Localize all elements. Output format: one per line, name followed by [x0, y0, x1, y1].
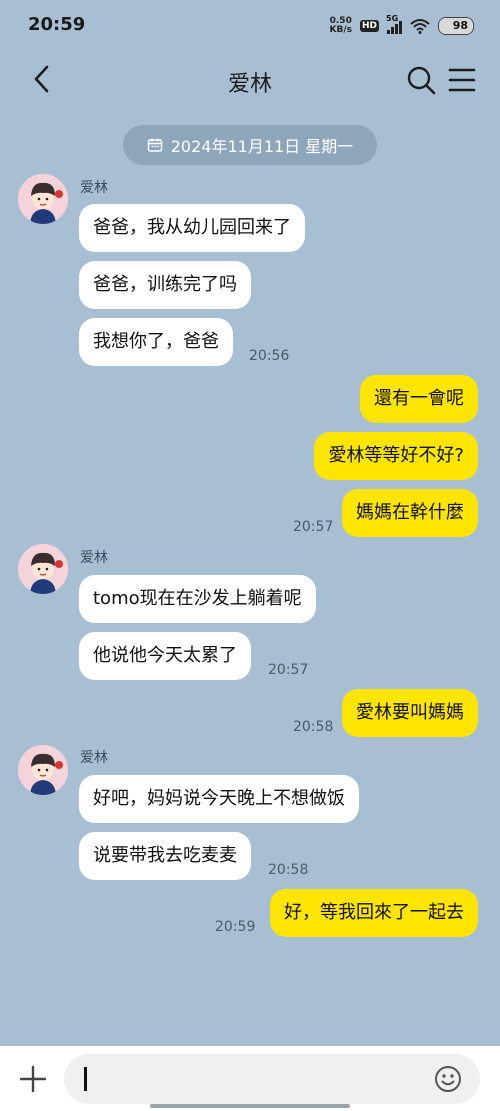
status-bar: 20:59 0.50 KB/s HD 5G 98 — [0, 0, 500, 52]
hamburger-menu-icon[interactable] — [448, 66, 476, 94]
message-bubble-incoming[interactable]: 爸爸，训练完了吗 — [79, 261, 251, 309]
message-timestamp: 20:58 — [293, 719, 334, 735]
message-bubble-incoming[interactable]: tomo现在在沙发上躺着呢 — [79, 575, 316, 623]
message-bubble-incoming[interactable]: 我想你了，爸爸 — [79, 318, 233, 366]
message-bubble-incoming[interactable]: 爸爸，我从幼儿园回来了 — [79, 204, 305, 252]
avatar-image — [18, 745, 68, 795]
avatar-image — [18, 544, 68, 594]
wifi-icon — [410, 19, 430, 34]
message-input[interactable] — [64, 1054, 480, 1104]
message-bubble-incoming[interactable]: 他说他今天太累了 — [79, 632, 251, 680]
home-indicator — [150, 1104, 350, 1108]
search-icon[interactable] — [406, 65, 436, 95]
message-timestamp: 20:59 — [215, 919, 256, 935]
sender-name: 爱林 — [80, 180, 108, 196]
message-bubble-outgoing[interactable]: 好，等我回來了一起去 — [270, 889, 478, 937]
avatar[interactable] — [18, 745, 68, 795]
plus-icon[interactable] — [20, 1066, 46, 1092]
hd-icon: HD — [359, 20, 379, 32]
avatar[interactable] — [18, 174, 68, 224]
network-speed: 0.50 KB/s — [329, 16, 352, 35]
date-text: 2024年11月11日 星期一 — [170, 137, 354, 156]
message-bubble-outgoing[interactable]: 媽媽在幹什麼 — [342, 489, 478, 537]
sender-name: 爱林 — [80, 750, 108, 766]
avatar[interactable] — [18, 544, 68, 594]
message-bubble-incoming[interactable]: 好吧，妈妈说今天晚上不想做饭 — [79, 775, 359, 823]
sender-name: 爱林 — [80, 550, 108, 566]
message-timestamp: 20:57 — [268, 662, 309, 678]
chat-header: 爱林 — [0, 52, 500, 108]
date-divider: 2024年11月11日 星期一 — [123, 125, 377, 165]
status-icons: 0.50 KB/s HD 5G 98 — [329, 14, 474, 37]
avatar-image — [18, 174, 68, 224]
message-timestamp: 20:57 — [293, 519, 334, 535]
message-bubble-incoming[interactable]: 说要带我去吃麦麦 — [79, 832, 251, 880]
signal-icon: 5G — [386, 14, 402, 34]
text-caret — [84, 1067, 87, 1091]
message-bubble-outgoing[interactable]: 還有一會呢 — [360, 375, 478, 423]
status-time: 20:59 — [28, 14, 86, 35]
message-bubble-outgoing[interactable]: 愛林要叫媽媽 — [342, 689, 478, 737]
calendar-icon — [147, 138, 162, 152]
emoji-icon[interactable] — [434, 1065, 462, 1093]
message-timestamp: 20:58 — [268, 862, 309, 878]
message-timestamp: 20:56 — [249, 348, 290, 364]
message-input-bar — [0, 1046, 500, 1111]
message-bubble-outgoing[interactable]: 愛林等等好不好? — [314, 432, 478, 480]
battery-icon: 98 — [438, 17, 474, 35]
